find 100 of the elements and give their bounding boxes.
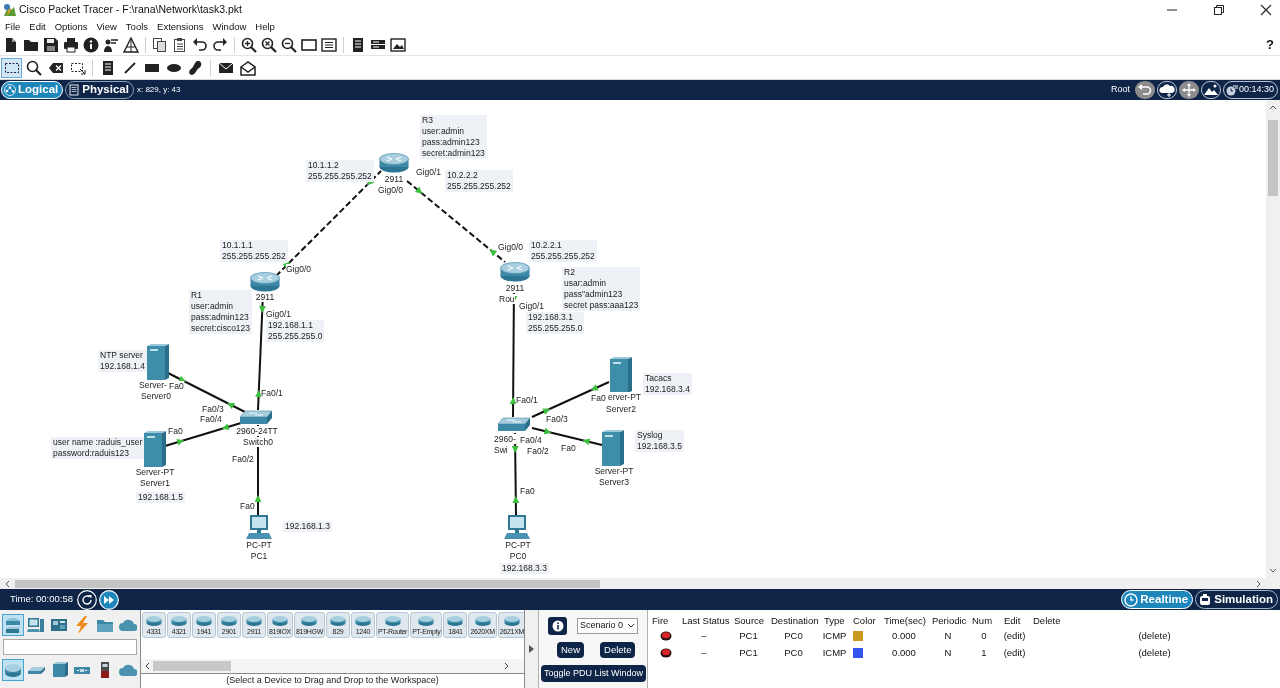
document-icon[interactable] (350, 37, 366, 53)
menu-item[interactable]: View (96, 20, 117, 35)
chevron-down-icon[interactable] (1269, 568, 1277, 574)
chevron-left-icon[interactable] (4, 579, 10, 588)
copy-icon[interactable] (152, 37, 168, 53)
table-cell-text: 1 (980, 645, 988, 660)
device-label: PC1 (250, 551, 268, 561)
new-file-icon[interactable] (3, 37, 19, 53)
window-icon[interactable] (301, 37, 317, 53)
computer-icon[interactable] (504, 515, 530, 539)
close-icon[interactable] (1260, 4, 1272, 16)
view-tab[interactable]: Physical (65, 81, 134, 99)
move-icon[interactable] (1178, 81, 1199, 99)
port-label: Fa0/1 (261, 388, 283, 398)
chevron-up-icon[interactable] (1269, 104, 1277, 110)
menu-item[interactable]: Window (212, 20, 247, 35)
mountain-image-icon[interactable] (1200, 81, 1221, 99)
router-icon (354, 615, 371, 626)
server-icon[interactable] (144, 431, 166, 467)
vertical-scrollbar[interactable] (1266, 100, 1280, 578)
save-icon[interactable] (43, 37, 59, 53)
menu-item[interactable]: Options (54, 20, 88, 35)
menu-item[interactable]: Help (255, 20, 275, 35)
server-icon[interactable] (602, 430, 624, 466)
router-icon[interactable] (250, 272, 280, 292)
info-button[interactable] (548, 617, 567, 635)
clipboard-icon[interactable] (172, 37, 188, 53)
horizontal-scrollbar[interactable] (0, 578, 1280, 589)
mode-tab[interactable]: Realtime (1121, 590, 1194, 609)
router-icon[interactable] (500, 262, 530, 282)
person-desk-icon[interactable] (103, 37, 119, 53)
scrollbar-thumb[interactable] (153, 661, 231, 671)
router-icon (474, 615, 491, 626)
clock-icon (1124, 592, 1139, 607)
device-label: PC-PT (505, 540, 531, 550)
zoom-reset-icon[interactable] (261, 37, 277, 53)
port-label: Fa0/2 (527, 446, 549, 456)
menu-item[interactable]: Extensions (157, 20, 204, 35)
delete-link[interactable]: (delete) (1138, 628, 1171, 644)
list-window-icon[interactable] (321, 37, 337, 53)
help-button[interactable]: ? (1266, 35, 1274, 55)
device-label: Server3 (599, 477, 629, 487)
reset-icon[interactable] (77, 589, 98, 610)
menu-item[interactable]: Tools (125, 20, 149, 35)
column-header: Time(sec) (883, 614, 927, 628)
category-button[interactable] (2, 614, 24, 636)
folder-icon[interactable] (23, 37, 39, 53)
scrollbar-thumb[interactable] (15, 580, 600, 588)
undo-icon[interactable] (192, 37, 208, 53)
switch-icon[interactable] (239, 409, 273, 425)
column-header: Edit (1003, 614, 1022, 628)
text-note: 10.1.1.1 255.255.255.252 (220, 240, 288, 262)
round-button-icon[interactable] (660, 648, 672, 658)
delete-link[interactable]: (delete) (1138, 645, 1171, 661)
mode-tab[interactable]: Simulation (1195, 590, 1278, 609)
router-icon (171, 615, 187, 626)
scenario-dropdown[interactable]: Scenario 0 (577, 618, 638, 634)
port-label: Fa0/4 (520, 435, 542, 445)
chevron-right-icon[interactable] (504, 662, 510, 670)
device-label: Server2 (606, 404, 636, 414)
chevron-left-icon[interactable] (144, 662, 150, 670)
column-header: Fire (651, 614, 670, 628)
zoom-in-icon[interactable] (241, 37, 257, 53)
scrollbar-thumb[interactable] (1268, 120, 1278, 196)
toggle-pdu-list-button[interactable]: Toggle PDU List Window (541, 665, 646, 682)
chevron-right-icon[interactable] (1256, 579, 1262, 588)
pyramid-icon[interactable] (123, 37, 139, 53)
zoom-out-icon[interactable] (281, 37, 297, 53)
router-icon[interactable] (379, 153, 409, 173)
scenario-button[interactable]: New (557, 642, 584, 658)
horizontal-scrollbar[interactable] (141, 659, 524, 673)
restore-icon[interactable] (1213, 4, 1225, 16)
switch-icon[interactable] (497, 416, 531, 432)
text-note: user name :raduis_user password:raduis123 (51, 437, 145, 459)
menu-item[interactable]: File (5, 20, 21, 35)
redo-icon[interactable] (212, 37, 228, 53)
select-tool-button[interactable] (1, 57, 22, 78)
device-type-button[interactable] (2, 659, 24, 681)
view-tab[interactable]: Logical (1, 81, 64, 99)
router-icon (418, 615, 435, 626)
window-title: Cisco Packet Tracer - F:\rana\Network\task3.pkt (19, 2, 242, 18)
server-icon[interactable] (147, 344, 169, 380)
edit-link[interactable]: (edit) (1003, 628, 1026, 644)
text-note: 192.168.3.1 255.255.255.0 (526, 312, 585, 334)
edit-link[interactable]: (edit) (1003, 645, 1026, 661)
port-label: Fa0/3 (546, 414, 568, 424)
scenario-button[interactable]: Delete (600, 642, 636, 658)
server-icon[interactable] (610, 357, 632, 393)
picture-icon[interactable] (390, 37, 406, 53)
menu-item[interactable]: Edit (29, 20, 46, 35)
text-note: Tacacs 192.168.3.4 (643, 373, 692, 395)
port-label: Fa0 (561, 443, 576, 453)
computer-icon[interactable] (246, 515, 272, 539)
pointer-coordinates: x: 829, y: 43 (136, 84, 181, 96)
fast-forward-icon[interactable] (99, 589, 120, 610)
printer-icon[interactable] (63, 37, 79, 53)
cloud-icon[interactable] (1156, 81, 1177, 99)
expand-arrow-icon[interactable] (529, 645, 534, 653)
info-icon[interactable] (83, 37, 99, 53)
round-button-icon[interactable] (660, 631, 672, 641)
